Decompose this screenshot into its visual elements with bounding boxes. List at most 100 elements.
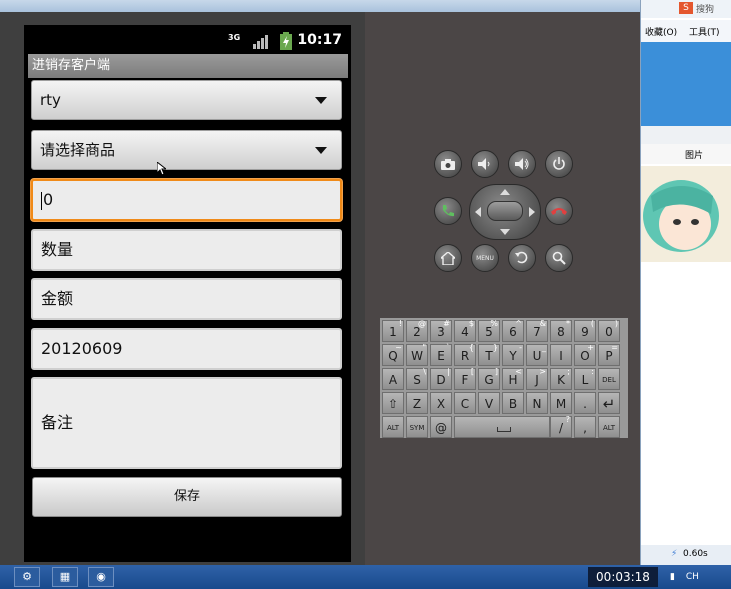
browser-search-bar[interactable]: S 搜狗 bbox=[641, 0, 731, 18]
key-slash[interactable]: /? bbox=[550, 415, 572, 438]
key-i[interactable]: I bbox=[550, 344, 572, 366]
remark-input[interactable]: 备注 bbox=[31, 377, 342, 469]
browser-status-text: 0.60s bbox=[683, 549, 708, 559]
key-p[interactable]: P = bbox=[598, 343, 620, 366]
customer-spinner-value: rty bbox=[40, 91, 61, 109]
key-space[interactable] bbox=[454, 416, 550, 438]
browser-status-bar: ⚡ 0.60s bbox=[641, 545, 731, 565]
key-enter[interactable]: ↵ bbox=[598, 392, 620, 414]
price-input[interactable]: 0 bbox=[31, 179, 342, 221]
key-z[interactable]: Z bbox=[406, 392, 428, 414]
taskbar-settings-icon[interactable]: ⚙ bbox=[14, 567, 40, 587]
lightning-icon: ⚡ bbox=[671, 549, 678, 559]
key-2[interactable]: 2 @ bbox=[406, 319, 428, 342]
key-m[interactable]: M bbox=[550, 392, 572, 414]
dpad-right-icon[interactable] bbox=[529, 207, 535, 217]
taskbar-app-icon[interactable]: ▦ bbox=[52, 567, 78, 587]
signal-icon bbox=[252, 34, 268, 53]
key-q[interactable]: Q ~ bbox=[382, 343, 404, 366]
dpad-up-icon[interactable] bbox=[500, 189, 510, 195]
browser-menubar: 收藏(O) 工具(T) bbox=[641, 20, 731, 42]
dpad-center-button[interactable] bbox=[487, 201, 523, 221]
amount-input[interactable]: 金额 bbox=[31, 278, 342, 320]
key-r[interactable]: R{ bbox=[454, 343, 476, 366]
key-n[interactable]: N bbox=[526, 392, 548, 414]
key-j[interactable]: J > bbox=[526, 367, 548, 390]
key-h[interactable]: H < bbox=[502, 367, 524, 390]
text-cursor bbox=[41, 191, 42, 210]
product-spinner-value: 请选择商品 bbox=[40, 141, 116, 159]
search-icon[interactable] bbox=[545, 244, 573, 272]
key-delete[interactable]: DEL bbox=[598, 368, 620, 390]
product-spinner[interactable]: 请选择商品 bbox=[31, 130, 342, 170]
network-icon[interactable]: ▮ bbox=[670, 572, 675, 582]
key-w[interactable]: W " bbox=[406, 343, 428, 366]
dpad-down-icon[interactable] bbox=[500, 229, 510, 235]
key-shift[interactable]: ⇧ bbox=[382, 392, 404, 414]
menu-label: MENU bbox=[476, 254, 494, 262]
key-y[interactable]: Y- bbox=[502, 343, 524, 366]
column-header-image: 图片 bbox=[685, 151, 704, 161]
key-comma[interactable]: , bbox=[574, 416, 596, 438]
key-sym[interactable]: SYM bbox=[406, 416, 428, 438]
camera-icon[interactable] bbox=[434, 150, 462, 178]
emulator-skin-right bbox=[365, 12, 640, 565]
key-7[interactable]: 7 & bbox=[526, 319, 548, 342]
call-icon[interactable] bbox=[434, 197, 462, 225]
key-3[interactable]: 3 # bbox=[430, 319, 452, 342]
mouse-cursor-icon bbox=[156, 160, 168, 179]
menu-favorites[interactable]: 收藏(O) bbox=[645, 25, 677, 38]
status-time: 10:17 bbox=[297, 32, 342, 48]
volume-up-icon[interactable] bbox=[508, 150, 536, 178]
end-call-icon[interactable] bbox=[545, 197, 573, 225]
key-v[interactable]: V bbox=[478, 392, 500, 414]
browser-search-label: 搜狗 bbox=[696, 5, 715, 15]
key-l[interactable]: L: bbox=[574, 367, 596, 390]
customer-spinner[interactable]: rty bbox=[31, 80, 342, 120]
key-at[interactable]: @ bbox=[430, 416, 452, 438]
key-c[interactable]: C bbox=[454, 392, 476, 414]
system-tray: ▮ CH bbox=[660, 567, 731, 587]
key-8[interactable]: 8 * bbox=[550, 319, 572, 342]
input-language[interactable]: CH bbox=[686, 572, 699, 582]
volume-down-icon[interactable] bbox=[471, 150, 499, 178]
recording-timer: 00:03:18 bbox=[588, 567, 658, 587]
browser-blue-panel bbox=[641, 42, 731, 126]
key-5[interactable]: 5% bbox=[478, 319, 500, 342]
key-alt-right[interactable]: ALT bbox=[598, 416, 620, 438]
key-6[interactable]: 6 ^ bbox=[502, 319, 524, 342]
key-k[interactable]: K; bbox=[550, 367, 572, 390]
back-icon[interactable] bbox=[508, 244, 536, 272]
key-t[interactable]: T} bbox=[478, 343, 500, 366]
taskbar-browser-icon[interactable]: ◉ bbox=[88, 567, 114, 587]
key-b[interactable]: B bbox=[502, 392, 524, 414]
key-g[interactable]: G] bbox=[478, 367, 500, 390]
key-9[interactable]: 9( bbox=[574, 319, 596, 342]
dpad-left-icon[interactable] bbox=[475, 207, 481, 217]
key-o[interactable]: O + bbox=[574, 343, 596, 366]
key-a[interactable]: A bbox=[382, 368, 404, 390]
dropdown-arrow-icon bbox=[315, 147, 327, 154]
amount-placeholder: 金额 bbox=[41, 289, 74, 308]
key-s[interactable]: S \ bbox=[406, 367, 428, 390]
date-input[interactable]: 20120609 bbox=[31, 328, 342, 370]
power-icon[interactable] bbox=[545, 150, 573, 178]
menu-button[interactable]: MENU bbox=[471, 244, 499, 272]
key-u[interactable]: U _ bbox=[526, 343, 548, 366]
key-alt-left[interactable]: ALT bbox=[382, 416, 404, 438]
key-e[interactable]: E ` bbox=[430, 343, 452, 366]
key-d[interactable]: D | bbox=[430, 367, 452, 390]
sogou-logo-icon: S bbox=[679, 2, 693, 14]
home-icon[interactable] bbox=[434, 244, 462, 272]
key-0[interactable]: 0) bbox=[598, 319, 620, 342]
key-4[interactable]: 4 $ bbox=[454, 319, 476, 342]
quantity-placeholder: 数量 bbox=[41, 240, 74, 259]
key-x[interactable]: X bbox=[430, 392, 452, 414]
quantity-input[interactable]: 数量 bbox=[31, 229, 342, 271]
menu-tools[interactable]: 工具(T) bbox=[689, 25, 720, 38]
battery-charging-icon bbox=[280, 32, 292, 54]
key-f[interactable]: F[ bbox=[454, 367, 476, 390]
save-button[interactable]: 保存 bbox=[32, 477, 342, 517]
key-1[interactable]: 1! bbox=[382, 319, 404, 342]
key-period[interactable]: . bbox=[574, 392, 596, 414]
